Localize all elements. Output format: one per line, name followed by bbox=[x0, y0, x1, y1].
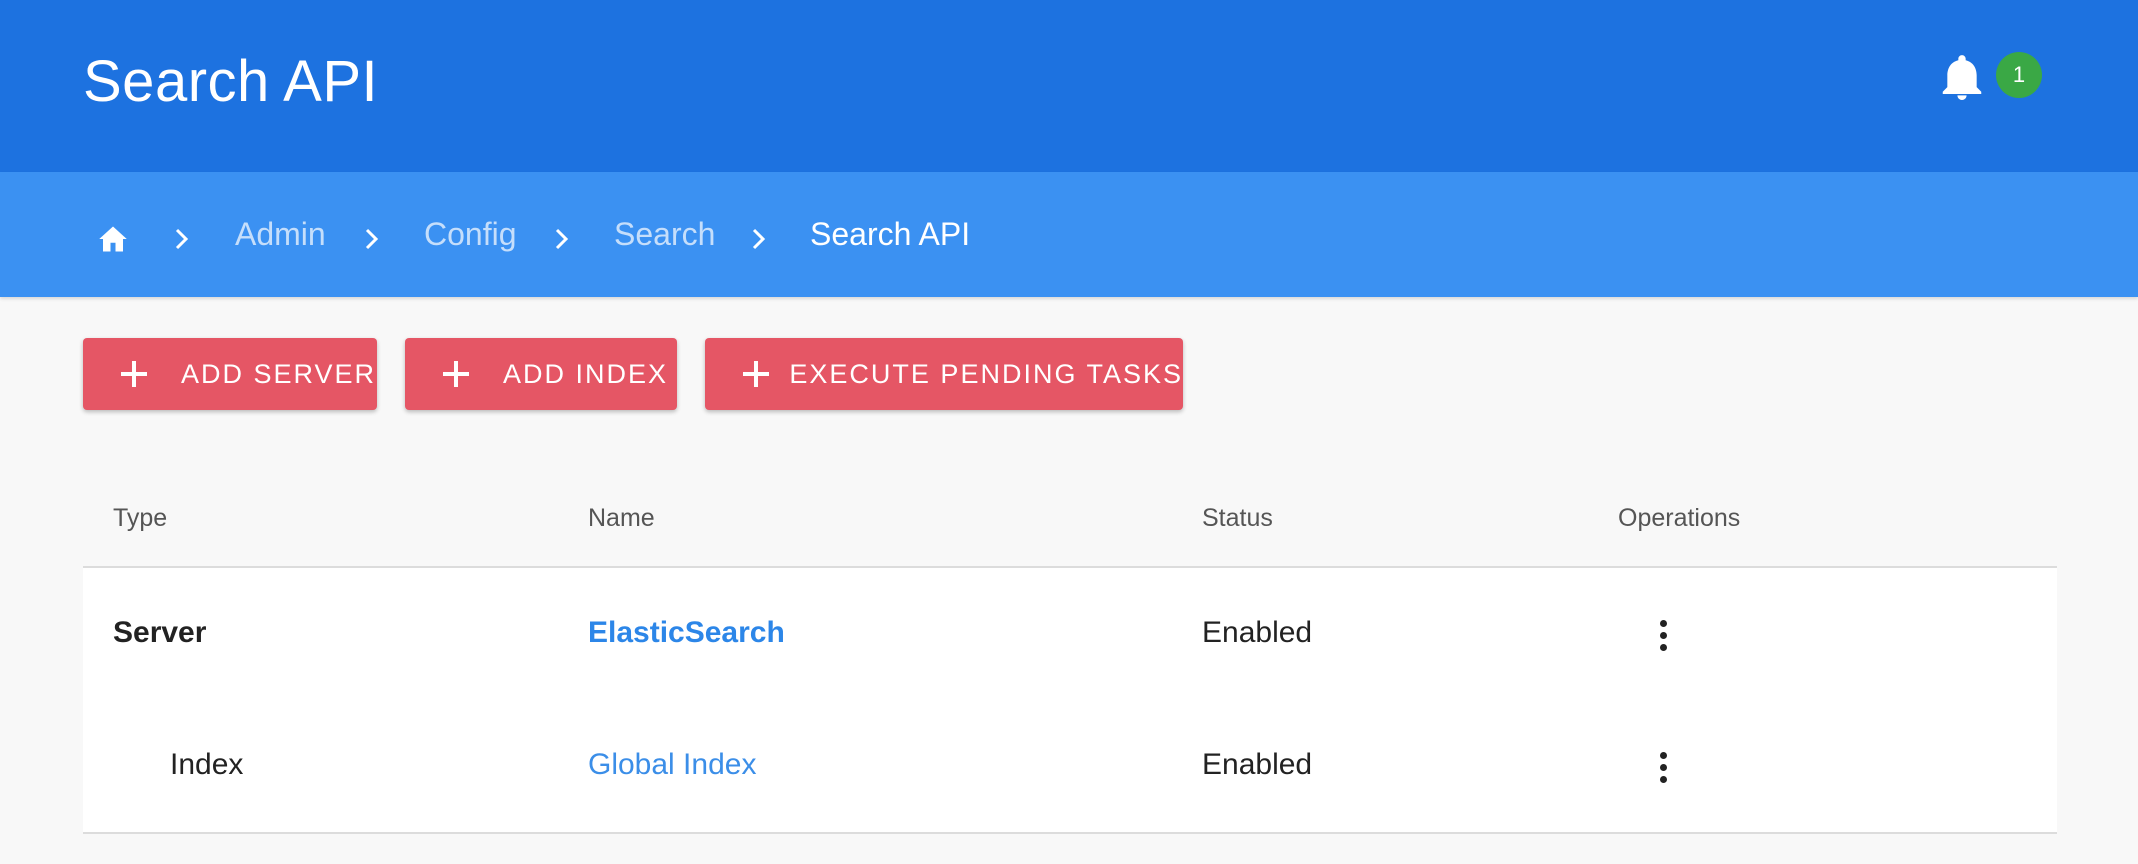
row-status: Enabled bbox=[1202, 748, 1313, 781]
plus-icon bbox=[121, 361, 147, 387]
column-header-type: Type bbox=[113, 504, 168, 532]
breadcrumb-item-config[interactable]: Config bbox=[424, 216, 517, 253]
plus-icon bbox=[443, 361, 469, 387]
chevron-right-icon bbox=[362, 224, 382, 254]
table-row: Server ElasticSearch Enabled bbox=[83, 568, 2057, 700]
breadcrumb-item-search[interactable]: Search bbox=[614, 216, 715, 253]
add-server-label: ADD SERVER bbox=[181, 358, 377, 389]
execute-pending-tasks-button[interactable]: EXECUTE PENDING TASKS bbox=[705, 338, 1183, 410]
table-row: Index Global Index Enabled bbox=[83, 700, 2057, 832]
column-header-status: Status bbox=[1202, 504, 1273, 532]
home-icon[interactable] bbox=[98, 225, 128, 253]
app-header: Search API 1 bbox=[0, 0, 2138, 172]
more-vert-icon[interactable] bbox=[1651, 616, 1675, 656]
plus-icon bbox=[743, 361, 770, 387]
table-body: Server ElasticSearch Enabled Index Globa… bbox=[83, 568, 2057, 834]
bell-icon[interactable] bbox=[1940, 54, 1984, 102]
column-header-name: Name bbox=[588, 504, 655, 532]
row-name-link[interactable]: ElasticSearch bbox=[588, 616, 785, 650]
execute-pending-tasks-label: EXECUTE PENDING TASKS bbox=[789, 358, 1183, 389]
row-type: Server bbox=[113, 616, 207, 649]
search-api-table: Type Name Status Operations Server Elast… bbox=[83, 486, 2057, 834]
chevron-right-icon bbox=[172, 224, 192, 254]
row-status: Enabled bbox=[1202, 616, 1313, 649]
add-index-label: ADD INDEX bbox=[503, 358, 669, 389]
notification-badge[interactable]: 1 bbox=[1996, 52, 2042, 98]
table-header: Type Name Status Operations bbox=[83, 486, 2057, 568]
breadcrumb-item-admin[interactable]: Admin bbox=[235, 216, 326, 253]
app-title: Search API bbox=[83, 49, 379, 114]
chevron-right-icon bbox=[749, 224, 769, 254]
breadcrumb-current: Search API bbox=[810, 216, 971, 252]
more-vert-icon[interactable] bbox=[1651, 748, 1675, 788]
chevron-right-icon bbox=[552, 224, 572, 254]
add-server-button[interactable]: ADD SERVER bbox=[83, 338, 377, 410]
row-name-link[interactable]: Global Index bbox=[588, 748, 756, 782]
column-header-operations: Operations bbox=[1618, 504, 1741, 532]
row-type: Index bbox=[170, 748, 244, 781]
add-index-button[interactable]: ADD INDEX bbox=[405, 338, 677, 410]
